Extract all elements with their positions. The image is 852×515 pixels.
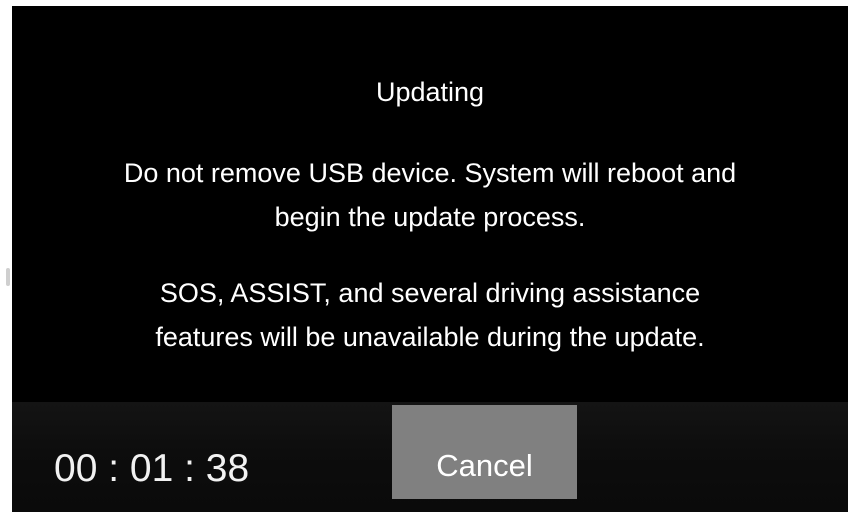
edge-mark — [6, 268, 10, 286]
update-screen: Updating Do not remove USB device. Syste… — [0, 0, 852, 515]
features-warning-message: SOS, ASSIST, and several driving assista… — [12, 271, 848, 359]
usb-warning-line-1: Do not remove USB device. System will re… — [123, 158, 737, 188]
cancel-button[interactable]: Cancel — [392, 405, 577, 499]
usb-warning-line-2: begin the update process. — [274, 202, 586, 232]
dialog-title: Updating — [375, 77, 485, 107]
features-warning-line-2: features will be unavailable during the … — [155, 322, 705, 352]
usb-warning-message: Do not remove USB device. System will re… — [12, 151, 848, 239]
countdown-timer: 00 : 01 : 38 — [54, 447, 250, 490]
update-dialog: Updating Do not remove USB device. Syste… — [12, 6, 848, 402]
features-warning-line-1: SOS, ASSIST, and several driving assista… — [159, 278, 701, 308]
